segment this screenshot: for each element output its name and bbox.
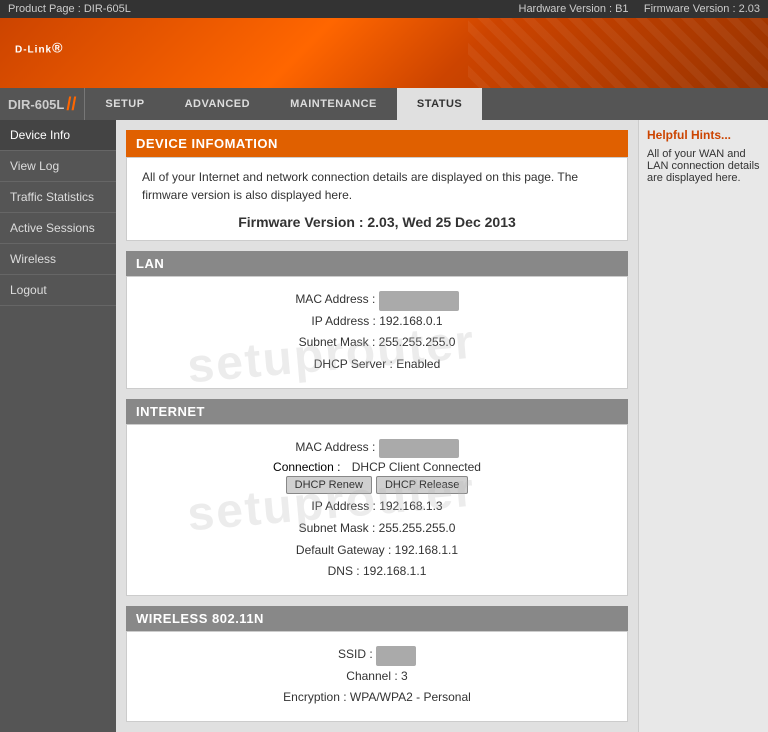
sidebar-item-logout[interactable]: Logout [0,275,116,306]
tab-status[interactable]: STATUS [397,88,482,120]
dhcp-renew-button[interactable]: DHCP Renew [286,476,372,494]
internet-header: INTERNET [126,399,628,424]
sidebar-item-traffic-statistics[interactable]: Traffic Statistics [0,182,116,213]
top-bar: Product Page : DIR-605L Hardware Version… [0,0,768,18]
internet-section: setuprouter MAC Address : Connection : D… [126,424,628,596]
dhcp-release-button[interactable]: DHCP Release [376,476,468,494]
wireless-header: WIRELESS 802.11N [126,606,628,631]
internet-mac-value [379,439,459,459]
lan-subnet-row: Subnet Mask : 255.255.255.0 [142,332,612,354]
sidebar-item-view-log[interactable]: View Log [0,151,116,182]
model-badge: DIR-605L// [0,88,85,120]
header: D-Link® [0,18,768,88]
content-area: DEVICE INFOMATION All of your Internet a… [116,120,638,732]
product-label: Product Page : DIR-605L [8,3,131,15]
lan-dhcp-row: DHCP Server : Enabled [142,354,612,376]
dhcp-buttons-row: DHCP Renew DHCP Release [142,476,612,494]
device-info-header: DEVICE INFOMATION [126,130,628,157]
hints-title: Helpful Hints... [647,128,760,142]
lan-mac-row: MAC Address : [142,289,612,311]
wireless-encryption-row: Encryption : WPA/WPA2 - Personal [142,687,612,709]
sidebar: Device Info View Log Traffic Statistics … [0,120,116,732]
logo: D-Link® [15,35,63,72]
hints-text: All of your WAN and LAN connection detai… [647,148,760,184]
main-layout: Device Info View Log Traffic Statistics … [0,120,768,732]
tab-setup[interactable]: SETUP [85,88,164,120]
internet-subnet-row: Subnet Mask : 255.255.255.0 [142,518,612,540]
internet-dns-row: DNS : 192.168.1.1 [142,561,612,583]
internet-ip-row: IP Address : 192.168.1.3 [142,496,612,518]
device-info-box: All of your Internet and network connect… [126,157,628,241]
lan-mac-value [379,291,459,311]
internet-connection-row: Connection : DHCP Client Connected [142,460,612,474]
wireless-section: SSID : Channel : 3 Encryption : WPA/WPA2… [126,631,628,722]
tab-maintenance[interactable]: MAINTENANCE [270,88,397,120]
firmware-text: Firmware Version : 2.03, Wed 25 Dec 2013 [142,214,612,230]
device-info-description: All of your Internet and network connect… [142,168,612,204]
internet-mac-row: MAC Address : [142,437,612,459]
nav-bar: DIR-605L// SETUP ADVANCED MAINTENANCE ST… [0,88,768,120]
sidebar-item-device-info[interactable]: Device Info [0,120,116,151]
lan-header: LAN [126,251,628,276]
sidebar-item-wireless[interactable]: Wireless [0,244,116,275]
internet-gateway-row: Default Gateway : 192.168.1.1 [142,540,612,562]
wireless-ssid-row: SSID : [142,644,612,666]
lan-ip-row: IP Address : 192.168.0.1 [142,311,612,333]
lan-section: setuprouter MAC Address : IP Address : 1… [126,276,628,389]
wireless-ssid-value [376,646,416,666]
wireless-channel-row: Channel : 3 [142,666,612,688]
hints-panel: Helpful Hints... All of your WAN and LAN… [638,120,768,732]
hw-fw-label: Hardware Version : B1 Firmware Version :… [519,3,761,15]
tab-advanced[interactable]: ADVANCED [165,88,271,120]
sidebar-item-active-sessions[interactable]: Active Sessions [0,213,116,244]
